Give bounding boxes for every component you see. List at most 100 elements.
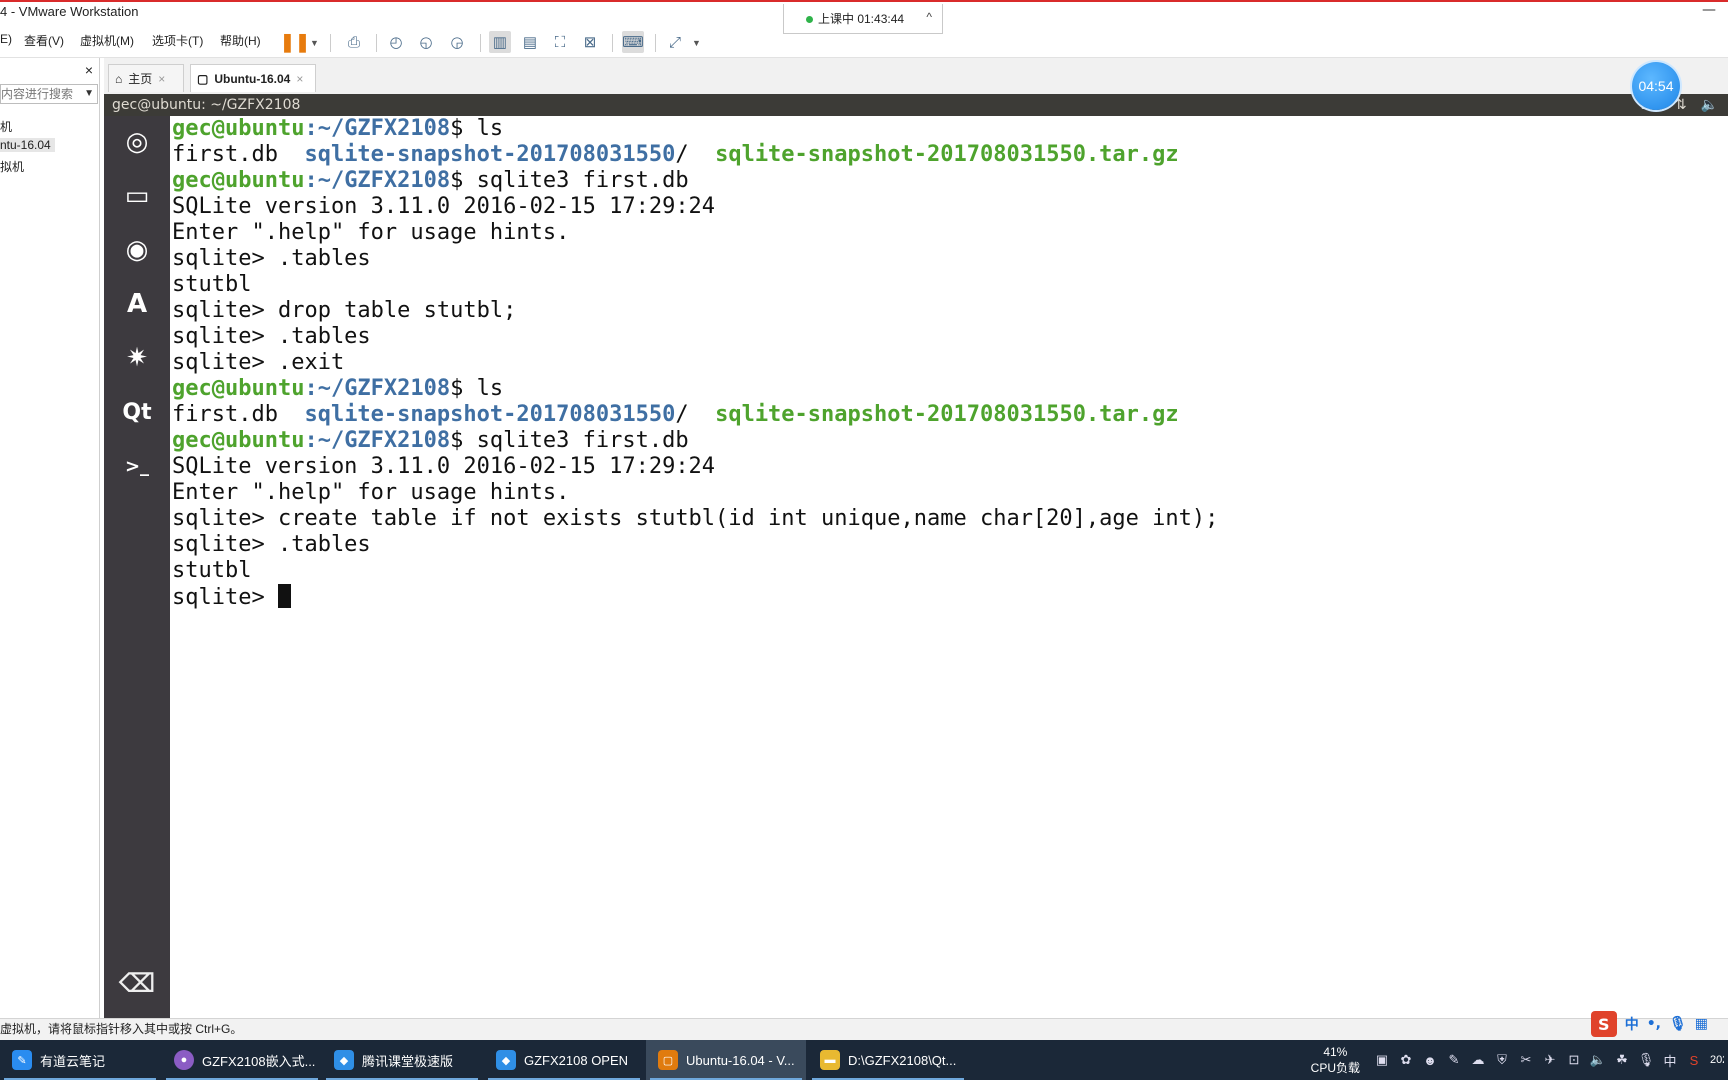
launcher-files[interactable]: ▭ — [111, 170, 163, 222]
prompt-path: :~/GZFX2108 — [304, 168, 451, 193]
launcher-system-settings[interactable]: ✷ — [111, 332, 163, 384]
launcher-qt-creator[interactable]: Qt — [111, 386, 163, 438]
sogou-ime-icon[interactable]: S — [1590, 1011, 1617, 1037]
microphone-icon[interactable]: 🎙 — [1638, 1052, 1655, 1068]
revert-snapshot-icon[interactable]: ◵ — [415, 31, 437, 53]
tab-ubuntu[interactable]: ▢ Ubuntu-16.04 × — [190, 64, 316, 92]
class-live-badge[interactable]: 上课中 01:43:44 ^ — [783, 4, 943, 34]
menu-help[interactable]: 帮助(H) — [220, 32, 261, 49]
tray-app-icon[interactable]: ☻ — [1422, 1052, 1438, 1068]
library-item-shared-vms[interactable]: 拟机 — [0, 158, 24, 175]
pause-dropdown-icon[interactable]: ▼ — [310, 38, 319, 48]
tray-app-icon[interactable]: ✿ — [1398, 1052, 1414, 1068]
status-bar: 虚拟机，请将鼠标指针移入其中或按 Ctrl+G。 — [0, 1018, 1728, 1040]
tray-app-icon[interactable]: ✈ — [1542, 1052, 1558, 1068]
menu-vm[interactable]: 虚拟机(M) — [80, 32, 134, 49]
ls-file-entry: first.db — [172, 402, 305, 427]
terminal-line: gec@ubuntu:~/GZFX2108$ sqlite3 first.db — [172, 428, 1728, 454]
tray-app-icon[interactable]: ☁ — [1470, 1052, 1486, 1068]
ls-separator: / — [675, 402, 716, 427]
clock[interactable]: 202 — [1710, 1054, 1724, 1066]
tab-home-close-icon[interactable]: × — [158, 72, 165, 86]
punctuation-icon[interactable]: •, — [1647, 1016, 1661, 1032]
stretch-dropdown-icon[interactable]: ▼ — [692, 38, 701, 48]
ls-directory-entry: sqlite-snapshot-201708031550 — [304, 402, 676, 427]
pause-icon[interactable]: ❚❚ — [280, 31, 310, 53]
chevron-up-icon[interactable]: ^ — [926, 10, 932, 24]
taskbar-item-explorer[interactable]: ▬ D:\GZFX2108\Qt... — [808, 1040, 968, 1080]
shield-icon[interactable]: ⛨ — [1494, 1052, 1510, 1068]
menu-edit[interactable]: E) — [0, 32, 12, 46]
search-dropdown-icon[interactable]: ▼ — [84, 85, 94, 103]
volume-icon[interactable]: 🔈 — [1701, 94, 1718, 116]
taskbar-item-label: GZFX2108 OPEN — [524, 1052, 629, 1068]
minimize-button[interactable]: — — [1702, 2, 1716, 18]
ime-lang-indicator[interactable]: 中 — [1625, 1014, 1639, 1034]
vm-icon: ▢ — [197, 71, 209, 86]
menu-tabs[interactable]: 选项卡(T) — [152, 32, 203, 49]
keyboard-skin-icon[interactable]: ▦ — [1695, 1016, 1708, 1032]
launcher-software-center[interactable]: A — [111, 278, 163, 330]
firefox-icon: ◉ — [125, 235, 149, 265]
stretch-guest-icon[interactable]: ⤢ — [664, 31, 686, 53]
vmware-icon: ▢ — [658, 1050, 678, 1070]
output-text: sqlite> .exit — [172, 350, 345, 375]
toolbar-separator — [376, 34, 377, 52]
volume-icon[interactable]: 🔈 — [1590, 1052, 1606, 1068]
snapshot-manager-icon[interactable]: ◶ — [446, 31, 468, 53]
terminal-icon: >_ — [124, 455, 150, 477]
taskbar-item-label: Ubuntu-16.04 - V... — [686, 1052, 795, 1068]
tray-app-icon[interactable]: ✂ — [1518, 1052, 1534, 1068]
send-ctrl-alt-del-icon[interactable]: ⎙ — [343, 31, 365, 53]
output-text: Enter ".help" for usage hints. — [172, 220, 570, 245]
ime-toolbar[interactable]: S 中 •, 🎙 ▦ — [1590, 1010, 1708, 1038]
library-item-my-computer[interactable]: 机 — [0, 118, 12, 135]
library-search-input[interactable]: 内容进行搜索 ▼ — [0, 84, 98, 104]
cpu-load-widget[interactable]: 41% CPU负载 — [1311, 1044, 1360, 1076]
launcher-firefox[interactable]: ◉ — [111, 224, 163, 276]
snapshot-icon[interactable]: ◴ — [385, 31, 407, 53]
network-icon[interactable]: ⊡ — [1566, 1052, 1582, 1068]
terminal-output[interactable]: gec@ubuntu:~/GZFX2108$ ls first.db sqlite… — [170, 116, 1728, 1018]
tray-app-icon[interactable]: ✎ — [1446, 1052, 1462, 1068]
software-center-icon: A — [126, 289, 148, 319]
microphone-icon[interactable]: 🎙 — [1669, 1016, 1687, 1032]
thumbnail-bar-icon[interactable]: ▤ — [519, 31, 541, 53]
taskbar-item-gzfx-open[interactable]: ◆ GZFX2108 OPEN — [484, 1040, 644, 1080]
prompt-path: :~/GZFX2108 — [304, 428, 451, 453]
system-settings-icon: ✷ — [126, 343, 148, 373]
taskbar-item-tencent-classroom[interactable]: ◆ 腾讯课堂极速版 — [322, 1040, 482, 1080]
close-library-icon[interactable]: × — [85, 62, 93, 78]
tray-app-icon[interactable]: ▣ — [1374, 1052, 1390, 1068]
terminal-line: stutbl — [172, 272, 1728, 298]
folder-icon: ▬ — [820, 1050, 840, 1070]
ls-file-entry: first.db — [172, 142, 305, 167]
output-text: sqlite> create table if not exists stutb… — [172, 506, 1219, 531]
sogou-tray-icon[interactable]: S — [1686, 1052, 1702, 1068]
taskbar-item-vmware[interactable]: ▢ Ubuntu-16.04 - V... — [646, 1040, 806, 1080]
menu-view[interactable]: 查看(V) — [24, 32, 64, 49]
timer-bubble[interactable]: 04:54 — [1632, 62, 1680, 110]
launcher-trash[interactable]: ⌫ — [111, 958, 163, 1010]
unity-mode-icon[interactable]: ⊠ — [579, 31, 601, 53]
taskbar-item-youdao[interactable]: ✎ 有道云笔记 — [0, 1040, 160, 1080]
console-view-icon[interactable]: ⌨ — [622, 31, 644, 53]
show-library-icon[interactable]: ▥ — [489, 31, 511, 53]
output-text: SQLite version 3.11.0 2016-02-15 17:29:2… — [172, 194, 716, 219]
taskbar-item-label: 腾讯课堂极速版 — [362, 1053, 454, 1069]
tab-home[interactable]: ⌂ 主页 × — [108, 64, 184, 92]
prompt-command: $ ls — [450, 376, 504, 401]
tab-ubuntu-label: Ubuntu-16.04 — [214, 71, 291, 86]
input-language-indicator[interactable]: 中 — [1662, 1052, 1678, 1069]
trash-icon: ⌫ — [118, 969, 156, 999]
launcher-terminal[interactable]: >_ — [111, 440, 163, 492]
tray-app-icon[interactable]: ☘ — [1614, 1052, 1630, 1068]
terminal-line: first.db sqlite-snapshot-201708031550/ s… — [172, 402, 1728, 428]
taskbar-item-gzfx-embedded[interactable]: ● GZFX2108嵌入式... — [162, 1040, 322, 1080]
tab-ubuntu-close-icon[interactable]: × — [296, 72, 303, 86]
prompt-user: gec@ubuntu — [172, 116, 305, 141]
launcher-dash[interactable]: ◎ — [111, 116, 163, 168]
system-tray: 41% CPU负载 ▣ ✿ ☻ ✎ ☁ ⛨ ✂ ✈ ⊡ 🔈 ☘ 🎙 中 S 20… — [1311, 1040, 1728, 1080]
library-item-ubuntu[interactable]: ntu-16.04 — [0, 138, 55, 152]
full-screen-icon[interactable]: ⛶ — [549, 31, 571, 53]
